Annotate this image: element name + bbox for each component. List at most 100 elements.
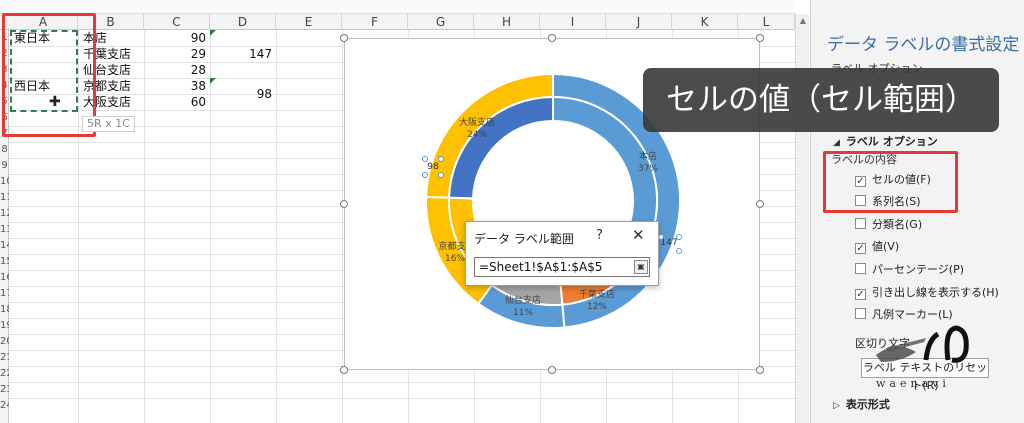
section-label: ラベル オプション: [845, 135, 938, 148]
column-header-c[interactable]: C: [144, 14, 210, 30]
tutorial-caption: セルの値（セル範囲）: [643, 68, 999, 132]
column-header-f[interactable]: F: [342, 14, 408, 30]
data-label-honten-pct[interactable]: 37%: [638, 164, 658, 174]
label-handle[interactable]: [438, 156, 444, 162]
section-number-format[interactable]: ▷ 表示形式: [833, 396, 890, 412]
resize-handle[interactable]: [340, 366, 348, 374]
option-label: 引き出し線を表示する(H): [872, 286, 999, 299]
row-header[interactable]: 12: [0, 206, 9, 222]
row-header[interactable]: 13: [0, 222, 9, 238]
checkbox-icon[interactable]: [855, 263, 866, 274]
cell-c1[interactable]: 90: [144, 30, 206, 46]
option-leader-lines[interactable]: ✓ 引き出し線を表示する(H): [855, 285, 999, 301]
row-header[interactable]: 11: [0, 190, 9, 206]
column-header-l[interactable]: L: [738, 14, 795, 30]
column-header-k[interactable]: K: [672, 14, 738, 30]
column-header-row: A B C D E F G H I J K L: [0, 14, 795, 30]
row-header[interactable]: 19: [0, 318, 9, 334]
collapse-dialog-icon[interactable]: ▣: [634, 260, 648, 274]
label-handle[interactable]: [422, 156, 428, 162]
column-header-e[interactable]: E: [276, 14, 342, 30]
row-header[interactable]: 10: [0, 174, 9, 190]
row-header[interactable]: 21: [0, 350, 9, 366]
label-handle[interactable]: [658, 234, 664, 240]
row-header[interactable]: 22: [0, 366, 9, 382]
row-header[interactable]: 9: [0, 158, 9, 174]
section-label: 表示形式: [845, 398, 890, 411]
gridline: [276, 30, 277, 423]
row-header[interactable]: 15: [0, 254, 9, 270]
data-label-honten[interactable]: 本店: [639, 150, 657, 162]
data-label-chiba-pct[interactable]: 12%: [587, 302, 607, 312]
data-label-range-dialog[interactable]: データ ラベル範囲 ? ✕ =Sheet1!$A$1:$A$5 ▣: [465, 221, 659, 286]
label-handle[interactable]: [676, 234, 682, 240]
resize-handle[interactable]: [756, 200, 764, 208]
checkbox-checked-icon[interactable]: ✓: [855, 243, 866, 254]
option-label: 値(V): [872, 240, 900, 253]
column-header-i[interactable]: I: [540, 14, 606, 30]
data-label-osaka-pct[interactable]: 24%: [467, 130, 487, 140]
resize-handle[interactable]: [548, 366, 556, 374]
data-label-osaka[interactable]: 大阪支店: [459, 116, 495, 128]
row-header[interactable]: 23: [0, 382, 9, 398]
data-label-chiba[interactable]: 千葉支店: [579, 288, 615, 300]
formula-bar-strip: [0, 0, 795, 14]
resize-handle[interactable]: [548, 34, 556, 42]
option-value[interactable]: ✓ 値(V): [855, 239, 899, 255]
column-header-g[interactable]: G: [408, 14, 474, 30]
cell-d5[interactable]: 98: [210, 86, 272, 102]
cell-cursor-icon: ✚: [49, 94, 61, 110]
section-label-options[interactable]: ◢ ラベル オプション: [833, 133, 938, 149]
option-category-name[interactable]: 分類名(G): [855, 217, 922, 233]
help-icon[interactable]: ?: [596, 228, 603, 243]
data-label-98[interactable]: 98: [427, 162, 439, 172]
expanded-arrow-icon: ◢: [833, 138, 840, 148]
label-handle[interactable]: [438, 172, 444, 178]
formula-indicator-icon: [210, 78, 216, 84]
resize-handle[interactable]: [756, 366, 764, 374]
cell-c4[interactable]: 38: [144, 78, 206, 94]
data-label-sendai[interactable]: 仙台支店: [505, 294, 541, 306]
row-header[interactable]: 24: [0, 398, 9, 414]
option-label: 分類名(G): [872, 218, 923, 231]
checkbox-icon[interactable]: [855, 218, 866, 229]
column-header-h[interactable]: H: [474, 14, 540, 30]
row-header[interactable]: 8: [0, 142, 9, 158]
gridline: [9, 382, 795, 383]
row-header[interactable]: 17: [0, 286, 9, 302]
resize-handle[interactable]: [340, 34, 348, 42]
data-label-147[interactable]: 147: [660, 238, 677, 248]
range-input[interactable]: =Sheet1!$A$1:$A$5: [474, 257, 650, 277]
label-handle[interactable]: [422, 172, 428, 178]
option-label: パーセンテージ(P): [872, 263, 964, 276]
highlight-box-options: [823, 151, 958, 213]
watermark-text: waenavi: [876, 377, 950, 390]
formula-indicator-icon: [210, 30, 216, 36]
row-header[interactable]: 20: [0, 334, 9, 350]
data-label-kyoto[interactable]: 京都支: [438, 240, 465, 252]
cell-c5[interactable]: 60: [144, 94, 206, 110]
data-label-sendai-pct[interactable]: 11%: [513, 308, 533, 318]
scroll-up-arrow-icon[interactable]: ▲: [798, 16, 808, 26]
column-header-j[interactable]: J: [606, 14, 672, 30]
close-icon[interactable]: ✕: [632, 226, 645, 244]
option-percentage[interactable]: パーセンテージ(P): [855, 262, 964, 278]
resize-handle[interactable]: [756, 34, 764, 42]
cell-d2[interactable]: 147: [210, 46, 272, 62]
collapsed-arrow-icon: ▷: [833, 401, 840, 411]
row-header[interactable]: 18: [0, 302, 9, 318]
cell-c3[interactable]: 28: [144, 62, 206, 78]
data-label-kyoto-pct[interactable]: 16%: [445, 254, 465, 264]
resize-handle[interactable]: [340, 200, 348, 208]
row-header[interactable]: 14: [0, 238, 9, 254]
cell-c2[interactable]: 29: [144, 46, 206, 62]
checkbox-checked-icon[interactable]: ✓: [855, 289, 866, 300]
dialog-title: データ ラベル範囲: [474, 232, 574, 246]
gridline: [342, 30, 343, 423]
column-header-d[interactable]: D: [210, 14, 276, 30]
selection-size-tooltip: 5R x 1C: [82, 116, 135, 132]
row-header[interactable]: 16: [0, 270, 9, 286]
label-handle[interactable]: [676, 248, 682, 254]
pane-title: データ ラベルの書式設定: [827, 35, 1020, 55]
gridline: [9, 398, 795, 399]
